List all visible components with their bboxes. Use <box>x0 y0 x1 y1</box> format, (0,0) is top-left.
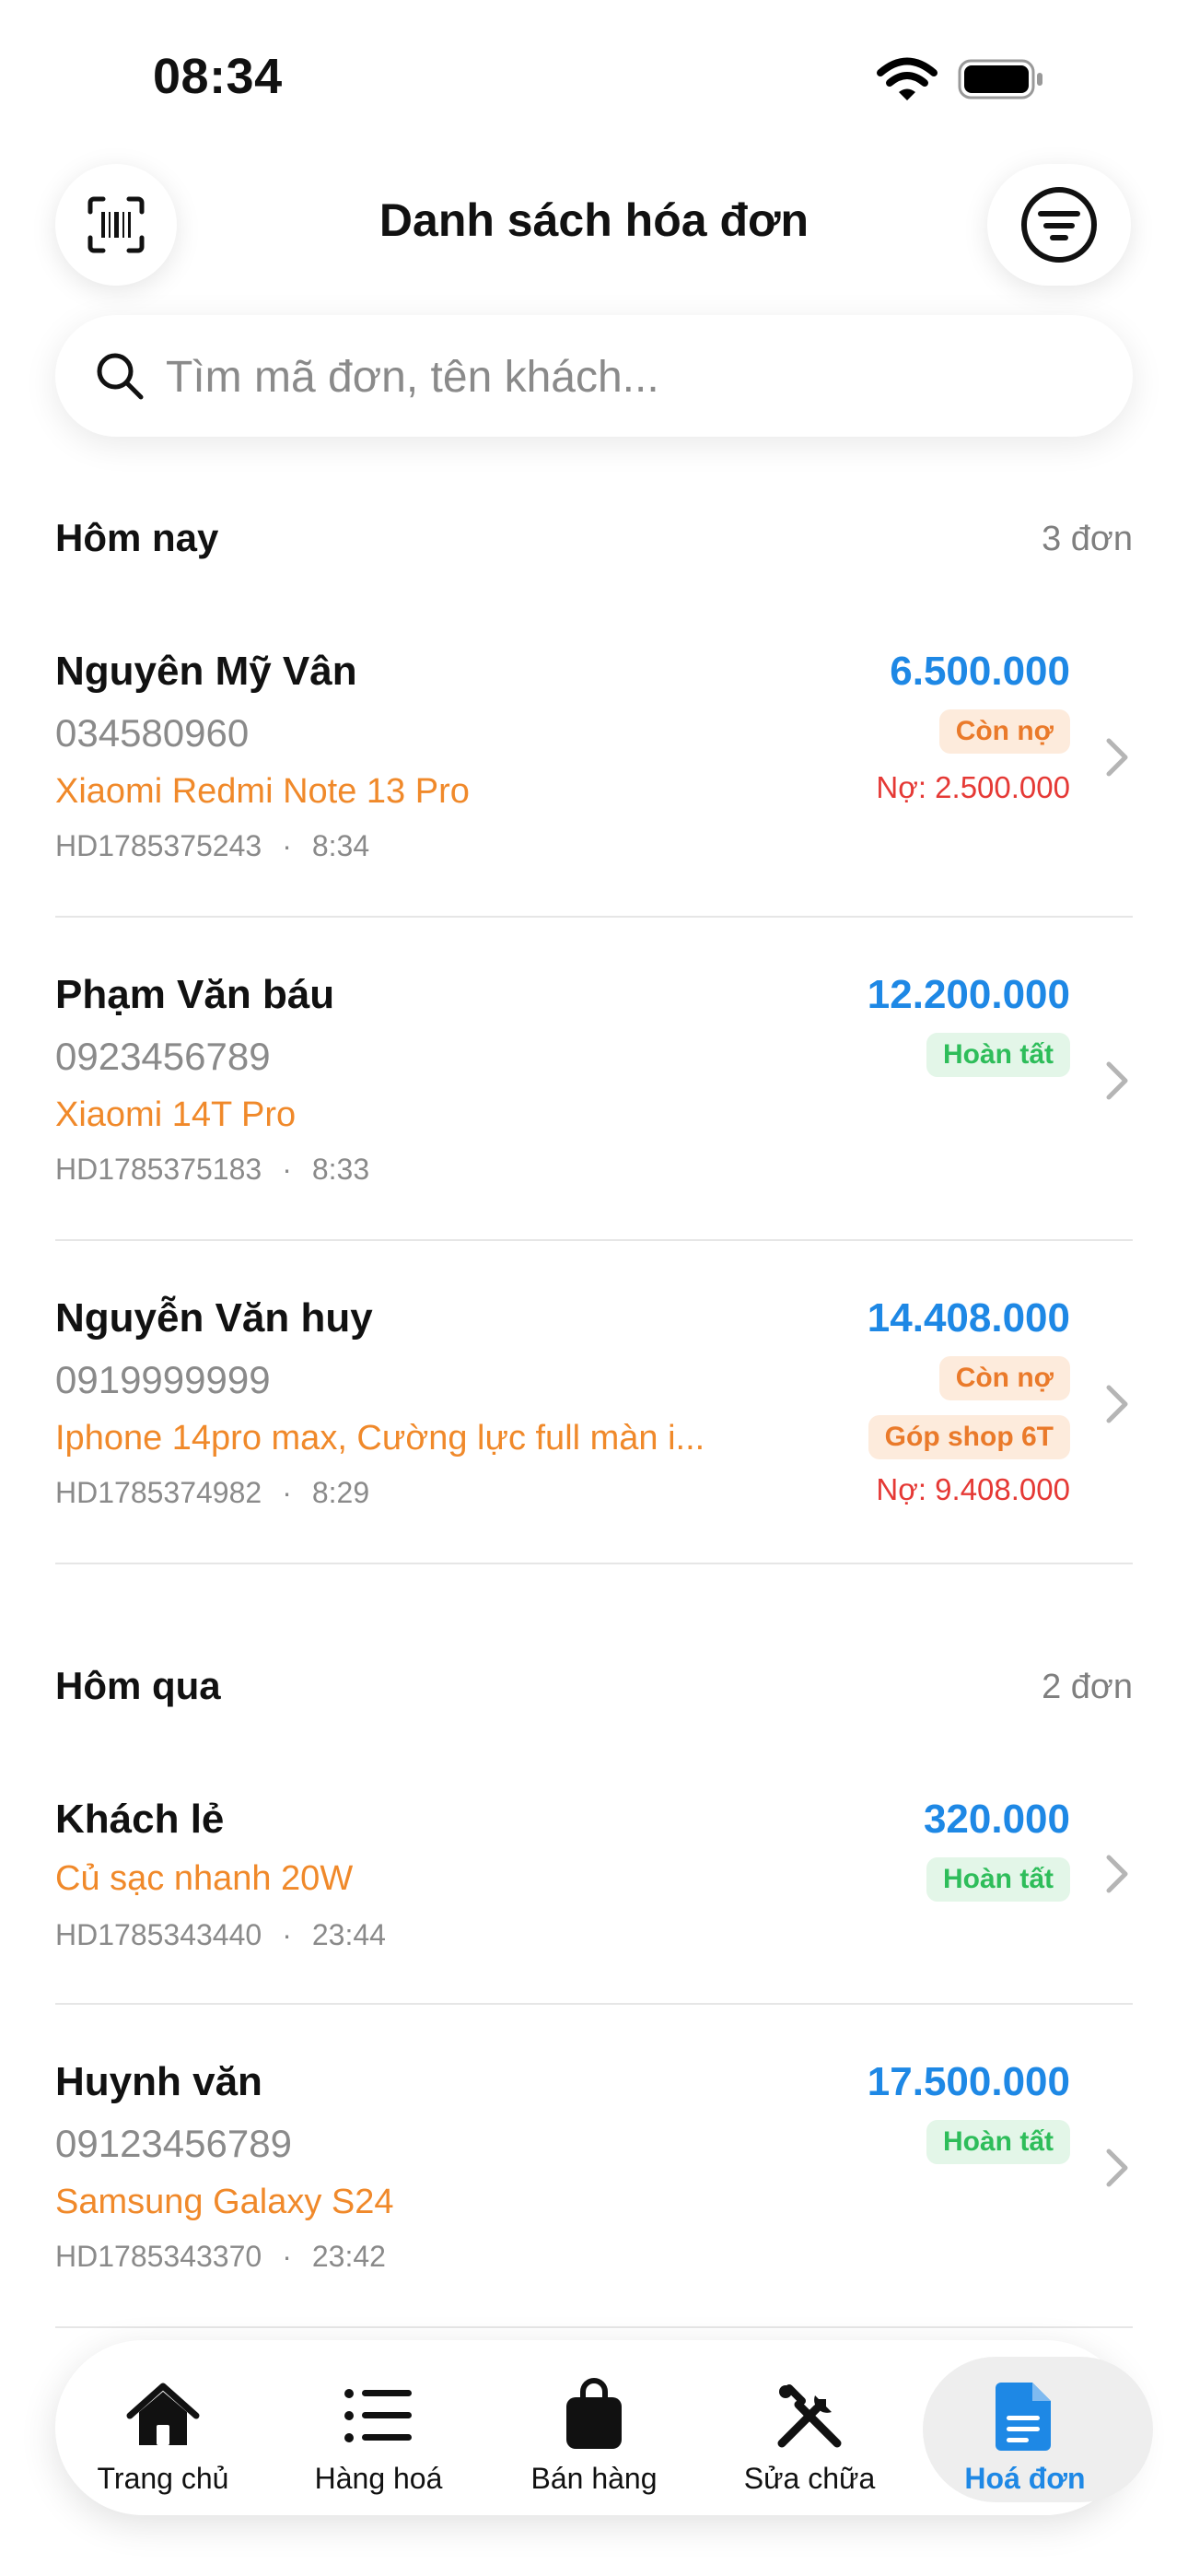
product-name: Củ sạc nhanh 20W <box>55 1859 354 1898</box>
customer-phone: 0919999999 <box>55 1358 271 1401</box>
search-input[interactable] <box>164 341 1089 413</box>
customer-phone: 034580960 <box>55 711 250 755</box>
invoice-amount: 14.408.000 <box>867 1295 1070 1341</box>
status-badge-debt: Còn nợ <box>938 709 1070 754</box>
section-header-today: Hôm nay 3 đơn <box>55 516 1133 580</box>
invoice-meta: HD1785375183 · 8:33 <box>55 1153 369 1187</box>
status-bar: 08:34 <box>0 0 1188 138</box>
separator-dot: · <box>282 2240 292 2273</box>
chevron-right-icon <box>1106 738 1128 777</box>
tab-sales[interactable]: Bán hàng <box>486 2340 702 2515</box>
invoice-meta: HD1785343440 · 23:44 <box>55 1918 386 1952</box>
product-name: Xiaomi 14T Pro <box>55 1095 297 1134</box>
invoice-meta: HD1785343370 · 23:42 <box>55 2240 386 2274</box>
invoice-code: HD1785375183 <box>55 1153 262 1186</box>
invoice-code: HD1785343440 <box>55 1918 262 1951</box>
invoice-amount: 17.500.000 <box>867 2059 1070 2104</box>
status-time: 08:34 <box>153 49 283 104</box>
customer-name: Huynh văn <box>55 2059 262 2104</box>
invoice-row[interactable]: Khách lẻ Củ sạc nhanh 20W HD1785343440 · 2… <box>55 1784 1133 2005</box>
tab-label: Bán hàng <box>530 2462 658 2495</box>
chevron-right-icon <box>1106 1855 1128 1893</box>
debt-amount: Nợ: 2.500.000 <box>876 770 1070 804</box>
invoice-amount: 320.000 <box>923 1797 1070 1842</box>
section-header-yesterday: Hôm qua 2 đơn <box>55 1664 1133 1728</box>
separator-dot: · <box>282 829 292 862</box>
chevron-right-icon <box>1106 1385 1128 1423</box>
tab-label: Sửa chữa <box>743 2462 876 2495</box>
tab-invoices[interactable]: Hoá đơn <box>917 2340 1153 2515</box>
invoice-time: 8:29 <box>311 1476 370 1509</box>
invoice-row[interactable]: Nguyên Mỹ Vân 034580960 Xiaomi Redmi Not… <box>55 636 1133 918</box>
invoice-time: 8:34 <box>311 829 370 862</box>
separator-dot: · <box>282 1918 292 1951</box>
invoice-code: HD1785343370 <box>55 2240 262 2273</box>
section-title: Hôm qua <box>55 1664 221 1707</box>
customer-phone: 09123456789 <box>55 2122 292 2165</box>
divider <box>55 1239 1133 1241</box>
customer-name: Khách lẻ <box>55 1797 225 1842</box>
invoice-time: 23:44 <box>311 1918 386 1951</box>
section-count: 3 đơn <box>1042 520 1133 558</box>
divider <box>55 1563 1133 1564</box>
divider <box>55 2326 1133 2328</box>
chevron-right-icon <box>1106 2149 1128 2187</box>
status-badge-complete: Hoàn tất <box>926 2120 1070 2164</box>
invoice-row[interactable]: Huynh văn 09123456789 Samsung Galaxy S24… <box>55 2046 1133 2328</box>
section-count: 2 đơn <box>1042 1668 1133 1706</box>
divider <box>55 2003 1133 2005</box>
product-name: Xiaomi Redmi Note 13 Pro <box>55 772 470 811</box>
list-icon <box>344 2389 412 2442</box>
repair-tools-icon <box>777 2384 842 2448</box>
invoice-row[interactable]: Phạm Văn báu 0923456789 Xiaomi 14T Pro H… <box>55 959 1133 1241</box>
tab-label: Hàng hoá <box>314 2462 443 2495</box>
invoice-code: HD1785374982 <box>55 1476 262 1509</box>
customer-phone: 0923456789 <box>55 1035 271 1078</box>
filter-icon <box>1021 187 1097 263</box>
search-bar[interactable] <box>55 315 1133 437</box>
separator-dot: · <box>282 1476 292 1509</box>
home-icon <box>126 2383 200 2445</box>
invoice-time: 23:42 <box>311 2240 386 2273</box>
divider <box>55 916 1133 918</box>
filter-button[interactable] <box>987 164 1131 286</box>
customer-name: Phạm Văn báu <box>55 972 335 1017</box>
wifi-icon <box>877 57 938 100</box>
tab-products[interactable]: Hàng hoá <box>271 2340 486 2515</box>
status-badge-installment: Góp shop 6T <box>868 1415 1070 1459</box>
battery-icon <box>958 59 1042 100</box>
debt-amount: Nợ: 9.408.000 <box>876 1472 1070 1506</box>
product-name: Iphone 14pro max, Cường lực full màn i..… <box>55 1419 705 1458</box>
chevron-right-icon <box>1106 1061 1128 1100</box>
invoice-code: HD1785375243 <box>55 829 262 862</box>
customer-name: Nguyên Mỹ Vân <box>55 649 357 694</box>
section-title: Hôm nay <box>55 516 219 559</box>
status-badge-debt: Còn nợ <box>938 1356 1070 1400</box>
invoice-document-icon <box>996 2383 1051 2451</box>
invoice-amount: 6.500.000 <box>890 649 1070 694</box>
tab-repair[interactable]: Sửa chữa <box>702 2340 917 2515</box>
invoice-meta: HD1785375243 · 8:34 <box>55 829 369 863</box>
tab-label: Trang chủ <box>97 2462 229 2495</box>
tab-label: Hoá đơn <box>964 2462 1086 2495</box>
invoice-row[interactable]: Nguyễn Văn huy 0919999999 Iphone 14pro m… <box>55 1282 1133 1564</box>
customer-name: Nguyễn Văn huy <box>55 1295 373 1341</box>
status-badge-complete: Hoàn tất <box>926 1033 1070 1077</box>
invoice-meta: HD1785374982 · 8:29 <box>55 1476 369 1510</box>
separator-dot: · <box>282 1153 292 1186</box>
status-badge-complete: Hoàn tất <box>926 1857 1070 1902</box>
bottom-tab-bar: Trang chủ Hàng hoá Bán hàng Sửa chữa Hoá… <box>55 2340 1153 2515</box>
shopping-bag-icon <box>566 2378 622 2449</box>
tab-home[interactable]: Trang chủ <box>55 2340 271 2515</box>
invoice-time: 8:33 <box>311 1153 370 1186</box>
search-icon <box>97 353 144 400</box>
product-name: Samsung Galaxy S24 <box>55 2183 394 2221</box>
invoice-amount: 12.200.000 <box>867 972 1070 1017</box>
